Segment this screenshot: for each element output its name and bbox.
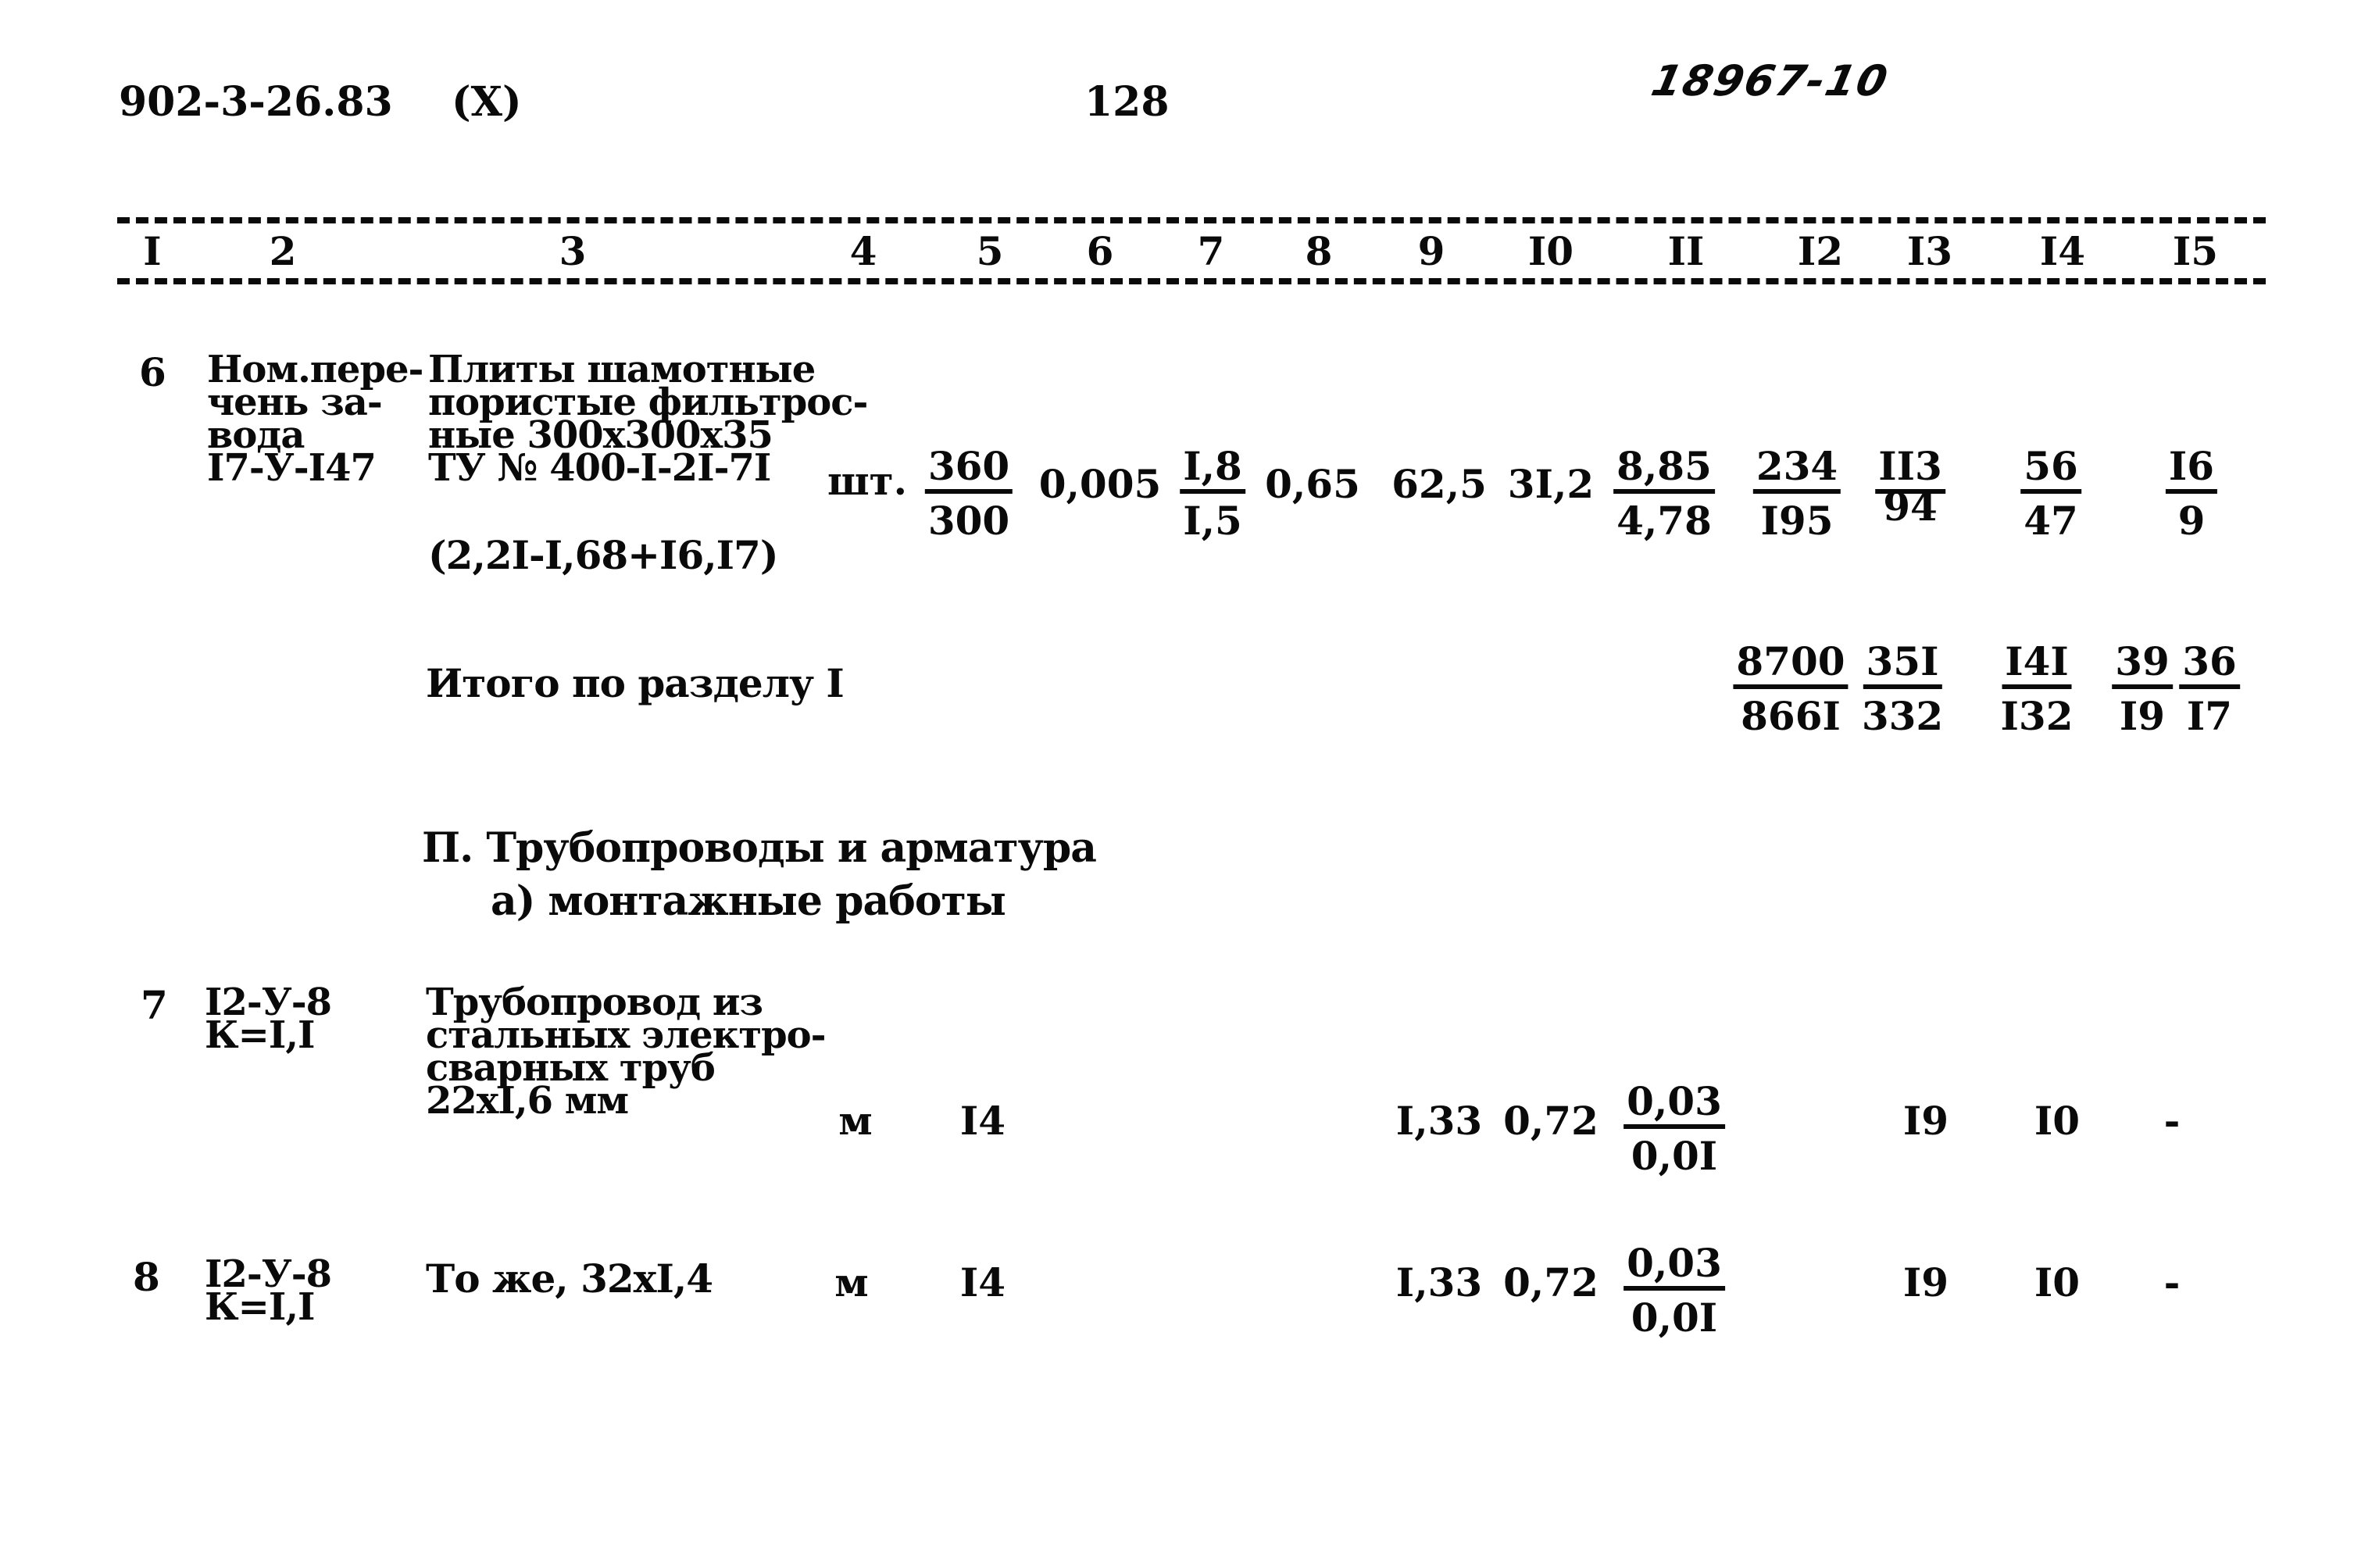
- column-number: II: [1667, 228, 1705, 274]
- cell-value: I4: [959, 1259, 1006, 1305]
- basis-line: К=I,I: [205, 1285, 316, 1329]
- cell-value: 62,5: [1391, 461, 1487, 507]
- row-number: 6: [139, 349, 166, 395]
- cell-value: I9: [1902, 1098, 1949, 1144]
- document-code: 902-3-26.83: [119, 78, 393, 126]
- column-number: 8: [1305, 228, 1333, 274]
- cell-value: 3I,2: [1507, 461, 1595, 507]
- fraction-cell: 56 47: [2020, 447, 2081, 541]
- fraction-cell: 234 I95: [1752, 447, 1841, 541]
- cell-value: I,33: [1395, 1098, 1483, 1144]
- section-subtitle: а) монтажные работы: [491, 877, 1006, 925]
- column-number: 9: [1417, 228, 1445, 274]
- fraction-cell: 35I 332: [1861, 638, 1944, 739]
- handwritten-stamp: 18967-10: [1647, 56, 1894, 105]
- fraction-cell: 39 I9: [2112, 642, 2173, 736]
- cell-value: 0,65: [1265, 461, 1360, 507]
- column-number: I: [143, 228, 162, 274]
- row-basis: Ном.пере- чень за- вода I7-У-I47: [207, 351, 423, 490]
- row-description: То же, 32xI,4: [426, 1255, 713, 1302]
- row-basis: I2-У-8 К=I,I: [205, 984, 332, 1057]
- cell-value: -: [2163, 1098, 2181, 1144]
- fraction-cell: 8,85 4,78: [1613, 447, 1715, 541]
- fraction-cell: 8700 866I: [1733, 642, 1849, 736]
- cell-value: -: [2163, 1259, 2181, 1305]
- header-bottom-divider: [117, 278, 2266, 284]
- cell-value: 0,005: [1038, 461, 1162, 507]
- column-number: 4: [849, 228, 877, 274]
- description-line: ТУ № 400-I-2I-7I: [428, 446, 771, 490]
- row-description: Трубопровод из стальных электро- сварных…: [426, 984, 827, 1123]
- cell-value: 0,72: [1503, 1259, 1599, 1305]
- column-number: I3: [1906, 228, 1953, 274]
- row-formula: (2,2I-I,68+I6,I7): [428, 532, 778, 578]
- fraction-cell: I,8 I,5: [1180, 447, 1245, 541]
- fraction-cell: 360 300: [924, 447, 1013, 541]
- cell-value: 0,72: [1503, 1098, 1599, 1144]
- fraction-cell: I4I I32: [2000, 638, 2074, 739]
- row-number: 7: [141, 982, 168, 1028]
- document-marker: (X): [452, 78, 522, 126]
- column-number: 6: [1086, 228, 1114, 274]
- column-number: I0: [1527, 228, 1574, 274]
- column-number: 7: [1197, 228, 1225, 274]
- description-line: 22xI,6 мм: [426, 1079, 629, 1123]
- unit: м: [834, 1259, 869, 1305]
- column-number: I4: [2039, 228, 2086, 274]
- fraction-cell: 0,03 0,0I: [1624, 1244, 1725, 1338]
- cell-value: I0: [2034, 1098, 2081, 1144]
- row-description: Плиты шамотные пористые фильтроc- ные 30…: [428, 351, 868, 490]
- fraction-cell: 36 I7: [2179, 642, 2240, 736]
- basis-line: I7-У-I47: [207, 446, 377, 490]
- header-top-divider: [117, 217, 2266, 223]
- column-number: 5: [976, 228, 1004, 274]
- section-title: П. Трубопроводы и арматура: [422, 824, 1097, 872]
- row-number: 8: [133, 1254, 160, 1300]
- fraction-cell: II3 94: [1875, 447, 1945, 527]
- section-total-label: Итого по разделу I: [426, 660, 845, 706]
- unit: шт.: [827, 458, 908, 504]
- row-basis: I2-У-8 К=I,I: [205, 1255, 332, 1329]
- fraction-cell: I6 9: [2165, 447, 2218, 541]
- column-number: I2: [1797, 228, 1844, 274]
- fraction-cell: 0,03 0,0I: [1624, 1082, 1725, 1176]
- column-number: I5: [2172, 228, 2219, 274]
- column-number: 3: [559, 228, 587, 274]
- basis-line: К=I,I: [205, 1013, 316, 1057]
- cell-value: I4: [959, 1098, 1006, 1144]
- cell-value: I0: [2034, 1259, 2081, 1305]
- unit: м: [838, 1098, 873, 1144]
- page-number: 128: [1084, 78, 1170, 126]
- column-number: 2: [269, 228, 297, 274]
- cell-value: I9: [1902, 1259, 1949, 1305]
- cell-value: I,33: [1395, 1259, 1483, 1305]
